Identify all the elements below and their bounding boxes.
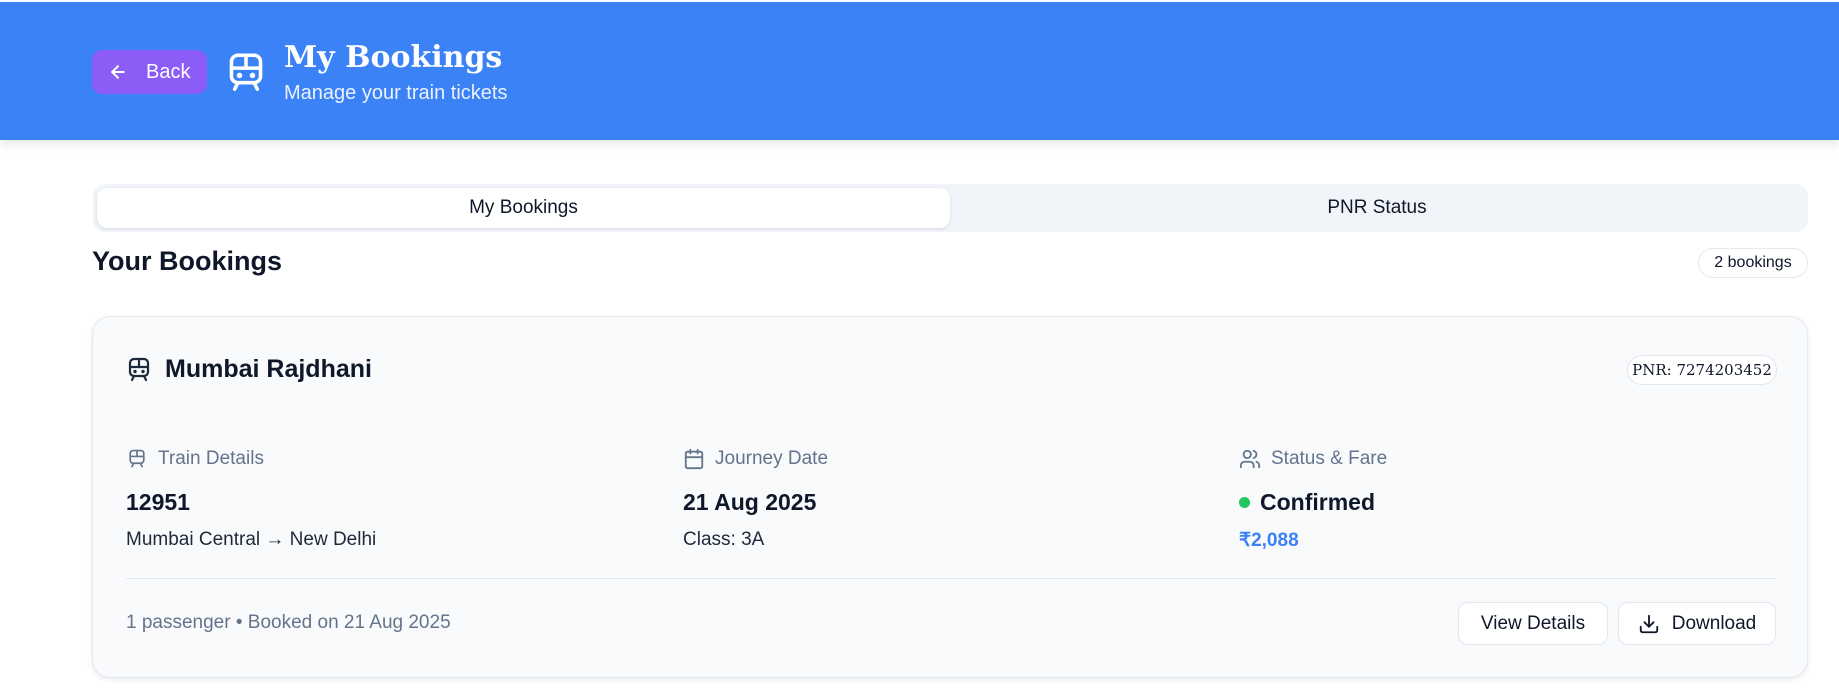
users-icon	[1239, 449, 1261, 469]
fare-amount: ₹2,088	[1239, 530, 1299, 551]
page-title: My Bookings	[284, 40, 503, 75]
status-fare-label: Status & Fare	[1271, 448, 1388, 469]
journey-date-label: Journey Date	[715, 448, 829, 469]
app-header: Back My Bookings Manage your train ticke…	[0, 2, 1839, 140]
page-subtitle: Manage your train tickets	[284, 82, 508, 104]
train-details-label: Train Details	[158, 448, 264, 469]
pnr-badge: PNR: 7274203452	[1627, 355, 1777, 385]
status-fare-column: Status & Fare Confirmed ₹2,088	[1239, 447, 1387, 553]
train-number: 12951	[126, 488, 190, 515]
bookings-count-badge: 2 bookings	[1698, 248, 1808, 278]
back-button[interactable]: Back	[92, 50, 207, 94]
booking-card: Mumbai Rajdhani PNR: 7274203452 Train De…	[92, 316, 1808, 678]
booking-meta: 1 passenger • Booked on 21 Aug 2025	[126, 612, 451, 633]
calendar-icon	[684, 448, 704, 470]
train-details-column: Train Details 12951 Mumbai Central → New…	[126, 447, 376, 553]
journey-date-column: Journey Date 21 Aug 2025 Class: 3A	[683, 447, 828, 553]
tab-bar: My Bookings PNR Status	[93, 184, 1808, 232]
view-details-button[interactable]: View Details	[1458, 602, 1608, 645]
train-icon	[128, 357, 150, 382]
download-label: Download	[1671, 612, 1757, 634]
section-title: Your Bookings	[92, 246, 283, 276]
tab-pnr-status[interactable]: PNR Status	[950, 188, 1804, 228]
journey-date: 21 Aug 2025	[683, 488, 817, 515]
divider	[126, 578, 1776, 579]
booking-status: Confirmed	[1260, 488, 1375, 515]
arrow-left-icon	[111, 65, 125, 79]
train-name: Mumbai Rajdhani	[165, 355, 372, 383]
download-button[interactable]: Download	[1618, 602, 1776, 645]
view-details-label: View Details	[1480, 612, 1586, 634]
train-icon	[129, 449, 145, 468]
download-icon	[1639, 614, 1658, 633]
travel-class: Class: 3A	[683, 529, 765, 550]
train-icon	[229, 53, 263, 91]
train-route: Mumbai Central → New Delhi	[126, 529, 377, 550]
back-label: Back	[146, 60, 191, 83]
status-dot	[1239, 496, 1250, 508]
tab-my-bookings[interactable]: My Bookings	[97, 188, 950, 228]
